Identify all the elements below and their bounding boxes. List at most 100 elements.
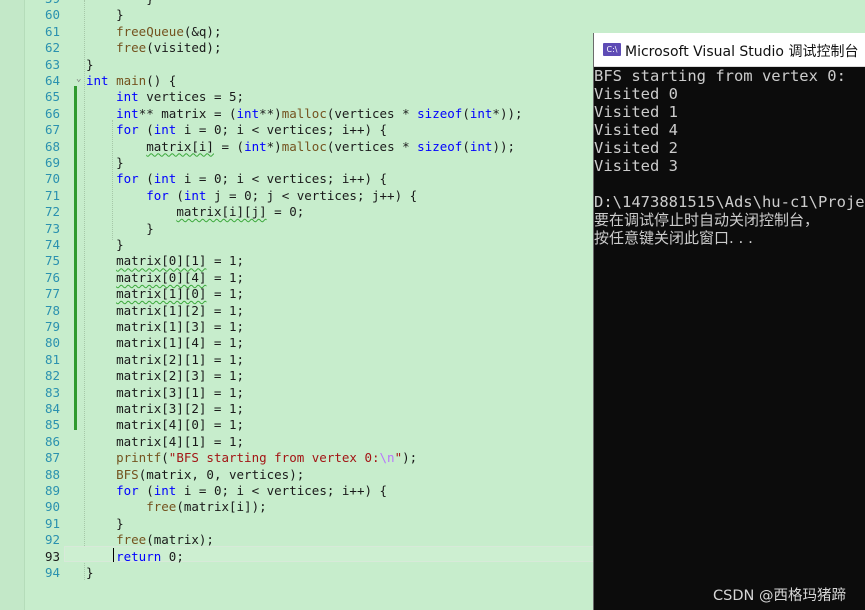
code-line[interactable]: } <box>86 155 124 171</box>
function-token: free <box>116 532 147 548</box>
code-token: = 0; <box>266 204 305 220</box>
code-line[interactable]: } <box>86 221 154 237</box>
console-line: 要在调试停止时自动关闭控制台， <box>594 211 820 229</box>
console-line: Visited 4 <box>594 121 678 139</box>
debug-console-window[interactable]: C:\ Microsoft Visual Studio 调试控制台 BFS st… <box>593 33 865 610</box>
code-token: (matrix[i]); <box>176 499 267 515</box>
code-line[interactable]: matrix[0][1] = 1; <box>86 253 244 269</box>
code-line[interactable]: freeQueue(&q); <box>86 24 221 40</box>
code-token: (vertices * <box>326 105 418 121</box>
code-line[interactable]: matrix[1][3] = 1; <box>86 319 244 335</box>
code-line[interactable]: matrix[3][1] = 1; <box>86 385 244 401</box>
code-line[interactable]: matrix[1][0] = 1; <box>86 286 244 302</box>
code-line[interactable]: int** matrix = (int**)malloc(vertices * … <box>86 105 522 122</box>
code-token: = 1; <box>206 253 245 269</box>
code-line[interactable]: matrix[1][4] = 1; <box>86 335 244 351</box>
console-line: Visited 1 <box>594 103 678 121</box>
console-line: Visited 2 <box>594 139 678 157</box>
code-line[interactable]: for (int i = 0; i < vertices; i++) { <box>86 122 387 138</box>
code-line[interactable]: matrix[i][j] = 0; <box>86 204 304 220</box>
code-token: ( <box>138 122 154 138</box>
code-line[interactable]: matrix[4][0] = 1; <box>86 417 244 433</box>
code-line[interactable]: int vertices = 5; <box>86 89 244 105</box>
function-token: free <box>146 499 177 515</box>
console-line: Visited 3 <box>594 157 678 175</box>
change-tracking-bar <box>74 86 77 430</box>
code-token: ( <box>138 171 154 187</box>
function-token: malloc <box>281 138 327 154</box>
keyword-token: int <box>116 105 139 121</box>
line-number: 82 <box>44 368 60 384</box>
code-token: matrix[2][3] = 1; <box>86 368 245 384</box>
code-line[interactable]: matrix[i] = (int*)malloc(vertices * size… <box>86 139 515 155</box>
code-line[interactable]: } <box>86 0 154 7</box>
squiggle-token: matrix[i][j] <box>176 204 267 220</box>
code-line[interactable]: int main() { <box>86 73 176 89</box>
code-line[interactable]: for (int i = 0; i < vertices; i++) { <box>86 171 387 187</box>
code-token: (vertices * <box>326 138 418 154</box>
code-token: = 1; <box>206 286 245 302</box>
fold-collapse-icon[interactable]: ⌄ <box>76 74 81 84</box>
code-line[interactable]: matrix[3][2] = 1; <box>86 401 244 417</box>
keyword-token: int <box>469 138 493 154</box>
code-token: i = 0; i < vertices; i++) { <box>176 171 388 187</box>
code-token: j = 0; j < vertices; j++) { <box>206 187 418 203</box>
line-number: 75 <box>44 253 60 269</box>
code-line[interactable]: matrix[2][3] = 1; <box>86 368 244 384</box>
line-number: 59 <box>24 0 60 7</box>
line-number: 60 <box>44 7 60 23</box>
code-line[interactable]: } <box>86 57 94 73</box>
code-token: )); <box>492 138 516 154</box>
code-line[interactable]: for (int j = 0; j < vertices; j++) { <box>86 188 417 204</box>
code-token: } <box>86 7 124 23</box>
code-line[interactable]: } <box>86 7 124 23</box>
code-line[interactable]: matrix[2][1] = 1; <box>86 352 244 368</box>
line-number: 89 <box>44 483 60 498</box>
line-number: 85 <box>44 417 60 433</box>
console-output[interactable]: BFS starting from vertex 0: Visited 0 Visi… <box>594 67 865 607</box>
code-line[interactable]: free(matrix); <box>86 532 214 548</box>
line-number: 64 <box>44 73 60 88</box>
code-token: matrix[3][1] = 1; <box>86 384 245 400</box>
keyword-token: sizeof <box>417 138 463 154</box>
code-token: (matrix, 0, vertices); <box>138 466 305 482</box>
editor-margin-strip <box>0 0 25 610</box>
code-line[interactable]: free(visited); <box>86 40 221 56</box>
line-number: 79 <box>44 319 60 334</box>
keyword-token: int <box>244 138 267 154</box>
line-number: 93 <box>44 548 60 564</box>
code-line[interactable]: } <box>86 565 94 581</box>
code-line[interactable]: matrix[0][4] = 1; <box>86 270 244 286</box>
console-titlebar[interactable]: C:\ Microsoft Visual Studio 调试控制台 <box>594 33 865 67</box>
keyword-token: int <box>236 105 260 121</box>
code-line[interactable]: printf("BFS starting from vertex 0:\n"); <box>86 450 417 466</box>
code-line[interactable]: matrix[1][2] = 1; <box>86 303 244 319</box>
string-token: " <box>394 450 403 466</box>
code-line[interactable]: return 0; <box>86 549 184 565</box>
code-line[interactable]: } <box>86 516 124 532</box>
line-number: 94 <box>44 565 60 580</box>
line-number: 63 <box>44 56 60 72</box>
keyword-token: int <box>116 89 139 105</box>
line-number: 91 <box>44 515 60 531</box>
code-token: matrix[1][4] = 1; <box>86 335 245 351</box>
code-token: matrix[3][2] = 1; <box>86 401 245 416</box>
watermark: CSDN @西格玛猪蹄 <box>713 588 846 604</box>
line-number: 77 <box>44 286 60 302</box>
code-token: (visited); <box>146 40 222 56</box>
code-line[interactable]: for (int i = 0; i < vertices; i++) { <box>86 483 387 499</box>
code-line[interactable]: } <box>86 237 124 253</box>
code-line[interactable]: BFS(matrix, 0, vertices); <box>86 467 304 483</box>
line-number: 81 <box>44 351 60 367</box>
code-line[interactable]: matrix[4][1] = 1; <box>86 434 244 450</box>
code-line[interactable]: free(matrix[i]); <box>86 499 267 515</box>
line-number: 62 <box>44 40 60 56</box>
